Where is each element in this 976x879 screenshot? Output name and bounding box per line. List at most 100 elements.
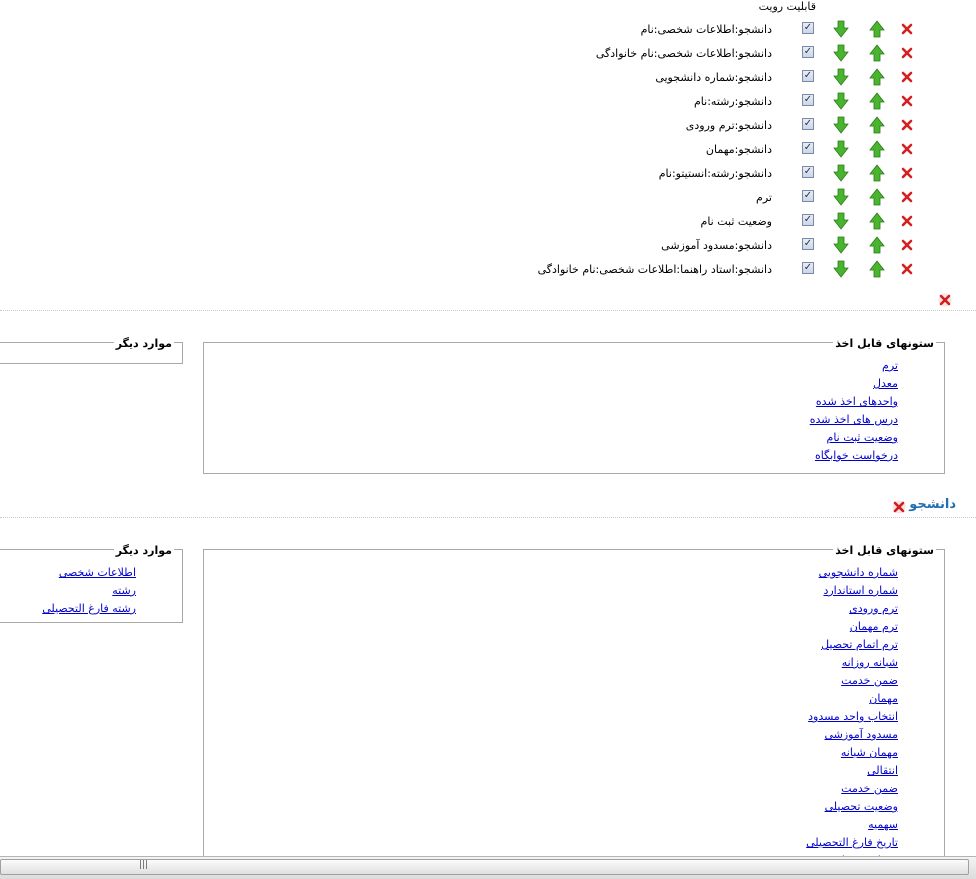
student-available-column-link[interactable]: تاریخ فارغ التحصیلی — [806, 834, 898, 852]
move-down-icon[interactable] — [833, 260, 849, 278]
divider — [0, 310, 976, 311]
move-up-icon[interactable] — [869, 212, 885, 230]
available-columns-title: ستونهای قابل اخذ — [833, 337, 936, 350]
visibility-checkbox[interactable]: ✓ — [802, 262, 814, 274]
student-available-column-link[interactable]: ضمن خدمت — [806, 672, 898, 690]
student-available-column-link[interactable]: مهمان — [806, 690, 898, 708]
other-items-box: موارد دیگر — [0, 337, 183, 364]
visibility-checkbox[interactable]: ✓ — [802, 166, 814, 178]
remove-section-icon[interactable] — [938, 293, 952, 307]
available-column-link[interactable]: معدل — [810, 375, 898, 393]
visibility-checkbox[interactable]: ✓ — [802, 214, 814, 226]
move-down-icon[interactable] — [833, 236, 849, 254]
visibility-checkbox[interactable]: ✓ — [802, 46, 814, 58]
student-available-column-link[interactable]: شماره دانشجویی — [806, 564, 898, 582]
available-column-link[interactable]: درخواست خوابگاه — [810, 447, 898, 465]
move-down-icon[interactable] — [833, 68, 849, 86]
column-label: دانشجو:ترم ورودی — [685, 119, 772, 132]
delete-column-icon[interactable] — [901, 95, 913, 107]
delete-column-icon[interactable] — [901, 239, 913, 251]
delete-column-icon[interactable] — [901, 215, 913, 227]
move-up-icon[interactable] — [869, 20, 885, 38]
student-available-column-link[interactable]: انتقالی — [806, 762, 898, 780]
column-label: دانشجو:اطلاعات شخصی:نام — [640, 23, 772, 36]
move-up-icon[interactable] — [869, 260, 885, 278]
visibility-checkbox[interactable]: ✓ — [802, 190, 814, 202]
move-up-icon[interactable] — [869, 188, 885, 206]
column-label: دانشجو:استاد راهنما:اطلاعات شخصی:نام خان… — [537, 263, 772, 276]
delete-column-icon[interactable] — [901, 119, 913, 131]
available-column-link[interactable]: واحدهای اخذ شده — [810, 393, 898, 411]
section-title-student: دانشجو — [909, 497, 956, 512]
student-available-column-link[interactable]: ترم ورودی — [806, 600, 898, 618]
visibility-checkbox[interactable]: ✓ — [802, 70, 814, 82]
column-label: وضعیت ثبت نام — [700, 215, 772, 228]
student-available-column-link[interactable]: انتخاب واحد مسدود — [806, 708, 898, 726]
delete-column-icon[interactable] — [901, 143, 913, 155]
move-down-icon[interactable] — [833, 188, 849, 206]
student-available-column-link[interactable]: ترم اتمام تحصیل — [806, 636, 898, 654]
delete-column-icon[interactable] — [901, 47, 913, 59]
move-up-icon[interactable] — [869, 140, 885, 158]
move-down-icon[interactable] — [833, 116, 849, 134]
move-down-icon[interactable] — [833, 20, 849, 38]
column-row: ترم ✓ — [0, 188, 976, 214]
student-other-item-link[interactable]: رشته فارغ التحصیلی — [42, 600, 136, 618]
student-available-column-link[interactable]: وضعیت تحصیلی — [806, 798, 898, 816]
move-up-icon[interactable] — [869, 116, 885, 134]
student-available-columns-links: شماره دانشجویی شماره استاندارد ترم ورودی تر… — [806, 564, 898, 870]
move-up-icon[interactable] — [869, 92, 885, 110]
column-row: دانشجو:اطلاعات شخصی:نام ✓ — [0, 20, 976, 46]
student-available-column-link[interactable]: مسدود آموزشی — [806, 726, 898, 744]
available-column-link[interactable]: وضعیت ثبت نام — [810, 429, 898, 447]
available-columns-box: ستونهای قابل اخذ ترم معدل واحدهای اخذ شده د… — [203, 337, 945, 474]
move-up-icon[interactable] — [869, 164, 885, 182]
column-label: دانشجو:رشته:نام — [694, 95, 772, 108]
student-available-column-link[interactable]: شماره استاندارد — [806, 582, 898, 600]
move-down-icon[interactable] — [833, 44, 849, 62]
student-other-item-link[interactable]: رشته — [42, 582, 136, 600]
column-label: دانشجو:شماره دانشجویی — [655, 71, 772, 84]
student-available-column-link[interactable]: ضمن خدمت — [806, 780, 898, 798]
move-up-icon[interactable] — [869, 68, 885, 86]
column-row: دانشجو:رشته:نام ✓ — [0, 92, 976, 118]
divider — [0, 517, 976, 518]
column-label: دانشجو:مهمان — [705, 143, 772, 156]
column-row: دانشجو:رشته:انستیتو:نام ✓ — [0, 164, 976, 190]
available-column-link[interactable]: ترم — [810, 357, 898, 375]
move-up-icon[interactable] — [869, 44, 885, 62]
move-down-icon[interactable] — [833, 92, 849, 110]
delete-column-icon[interactable] — [901, 263, 913, 275]
visibility-checkbox[interactable]: ✓ — [802, 22, 814, 34]
visibility-checkbox[interactable]: ✓ — [802, 142, 814, 154]
visibility-checkbox[interactable]: ✓ — [802, 94, 814, 106]
student-other-items-title: موارد دیگر — [113, 544, 174, 557]
delete-column-icon[interactable] — [901, 191, 913, 203]
column-row: دانشجو:مسدود آموزشی ✓ — [0, 236, 976, 262]
column-row: وضعیت ثبت نام ✓ — [0, 212, 976, 238]
scrollbar-grip-icon: ||| — [139, 860, 149, 870]
student-available-column-link[interactable]: شبانه روزانه — [806, 654, 898, 672]
delete-column-icon[interactable] — [901, 23, 913, 35]
move-up-icon[interactable] — [869, 236, 885, 254]
visibility-checkbox[interactable]: ✓ — [802, 238, 814, 250]
move-down-icon[interactable] — [833, 140, 849, 158]
student-available-column-link[interactable]: مهمان شبانه — [806, 744, 898, 762]
student-available-column-link[interactable]: ترم مهمان — [806, 618, 898, 636]
move-down-icon[interactable] — [833, 164, 849, 182]
horizontal-scrollbar[interactable]: ||| — [0, 856, 976, 879]
available-column-link[interactable]: درس های اخذ شده — [810, 411, 898, 429]
available-columns-links: ترم معدل واحدهای اخذ شده درس های اخذ شده وضع… — [810, 357, 898, 465]
delete-column-icon[interactable] — [901, 167, 913, 179]
column-row: دانشجو:استاد راهنما:اطلاعات شخصی:نام خان… — [0, 260, 976, 286]
student-other-item-link[interactable]: اطلاعات شخصی — [42, 564, 136, 582]
delete-column-icon[interactable] — [901, 71, 913, 83]
student-available-column-link[interactable]: سهمیه — [806, 816, 898, 834]
column-row: دانشجو:مهمان ✓ — [0, 140, 976, 166]
visibility-checkbox[interactable]: ✓ — [802, 118, 814, 130]
other-items-title: موارد دیگر — [113, 337, 174, 350]
remove-student-section-icon[interactable] — [892, 500, 906, 514]
move-down-icon[interactable] — [833, 212, 849, 230]
column-label: دانشجو:رشته:انستیتو:نام — [658, 167, 772, 180]
scrollbar-thumb[interactable]: ||| — [0, 859, 969, 875]
